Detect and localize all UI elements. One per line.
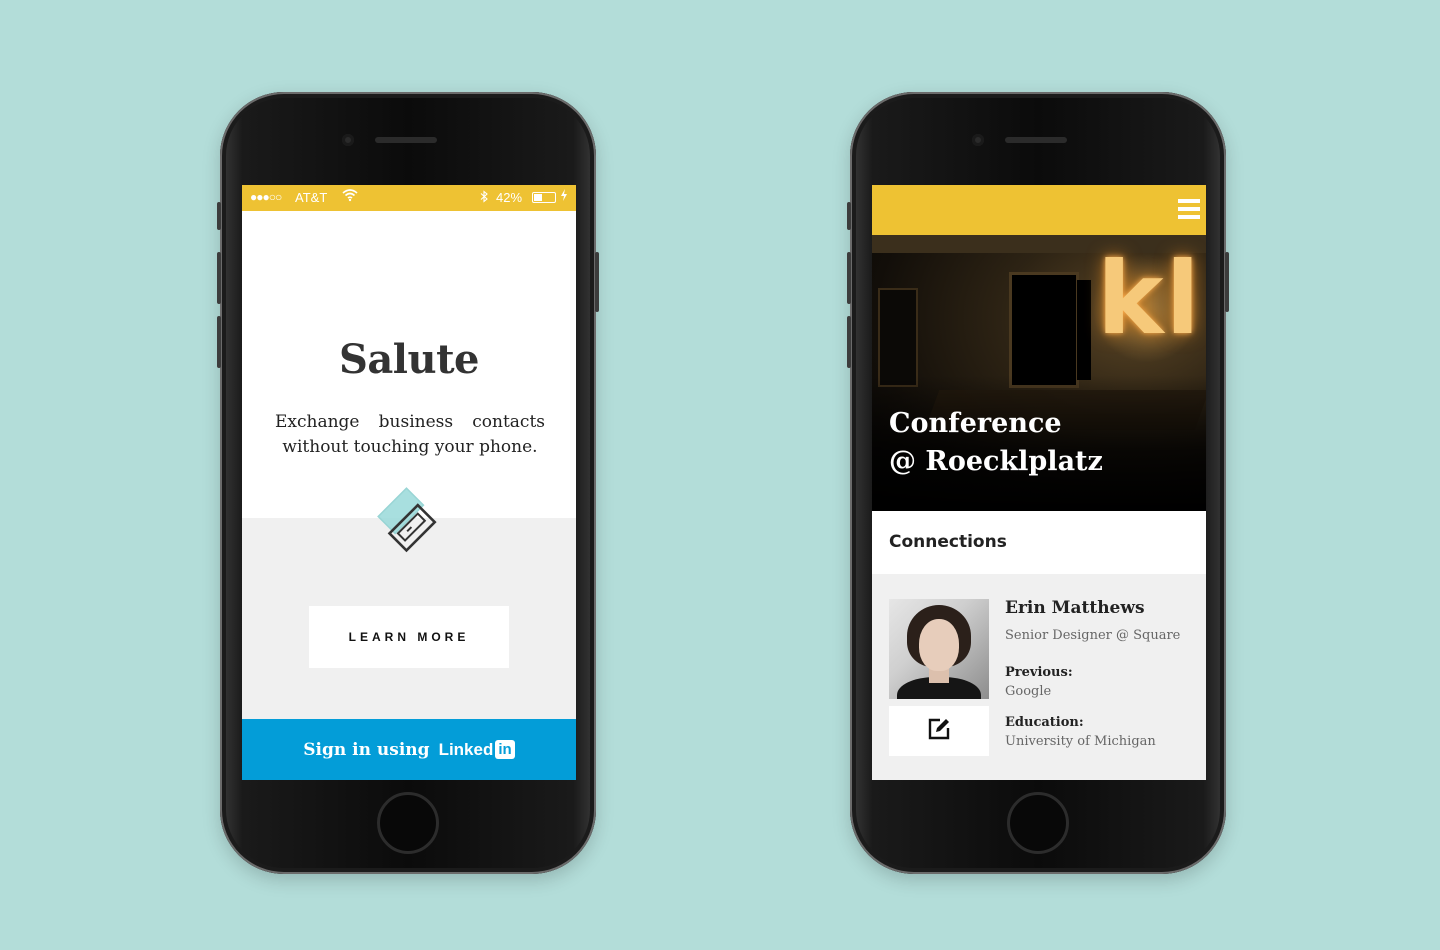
- earpiece-speaker: [375, 137, 437, 143]
- avatar: [889, 599, 989, 699]
- mute-switch: [217, 202, 221, 230]
- signal-strength: ●●●○○: [250, 190, 282, 204]
- volume-up-button: [217, 252, 221, 304]
- contact-role: Senior Designer @ Square: [1005, 628, 1181, 643]
- event-title-line-2: @ Roecklplatz: [889, 446, 1103, 477]
- mute-switch: [847, 202, 851, 230]
- neon-sign: kl: [1097, 240, 1202, 357]
- front-camera: [972, 134, 984, 146]
- event-hero-image: kl Conference @ Roecklplatz: [872, 235, 1206, 511]
- earpiece-speaker: [1005, 137, 1067, 143]
- learn-more-button[interactable]: LEARN MORE: [309, 606, 509, 668]
- education-label: Education:: [1005, 715, 1084, 730]
- status-bar: ●●●○○ AT&T 42%: [242, 185, 576, 211]
- carrier-name: AT&T: [295, 190, 328, 205]
- connection-card[interactable]: Erin Matthews Senior Designer @ Square P…: [872, 574, 1206, 780]
- bluetooth-icon: [480, 190, 488, 206]
- top-bar: [872, 185, 1206, 235]
- intro-section: Salute Exchange business contacts withou…: [242, 211, 576, 518]
- phone-right: kl Conference @ Roecklplatz Connections: [847, 92, 1229, 874]
- edit-icon: [927, 717, 951, 745]
- screen-event: kl Conference @ Roecklplatz Connections: [872, 185, 1206, 780]
- event-title: Conference @ Roecklplatz: [889, 405, 1189, 481]
- phone-left: ●●●○○ AT&T 42% Salute Exchange business …: [217, 92, 599, 874]
- previous-value: Google: [1005, 684, 1052, 699]
- power-button: [1225, 252, 1229, 312]
- tagline: Exchange business contacts without touch…: [275, 410, 545, 460]
- linkedin-sign-in-button[interactable]: Sign in using Linked in: [242, 719, 576, 780]
- connections-heading: Connections: [889, 532, 1007, 552]
- volume-down-button: [847, 316, 851, 368]
- battery-icon: [532, 192, 556, 203]
- linkedin-box: in: [495, 740, 515, 759]
- event-title-line-1: Conference: [889, 408, 1062, 439]
- sign-in-label: Sign in using: [303, 739, 430, 760]
- battery-percent: 42%: [496, 190, 523, 205]
- app-title: Salute: [338, 336, 480, 383]
- tagline-line-2: without touching your phone.: [282, 437, 538, 457]
- connections-header: Connections: [872, 511, 1206, 574]
- education-value: University of Michigan: [1005, 734, 1156, 749]
- linkedin-word: Linked: [438, 739, 494, 759]
- home-button[interactable]: [377, 792, 439, 854]
- front-camera: [342, 134, 354, 146]
- screen-welcome: ●●●○○ AT&T 42% Salute Exchange business …: [242, 185, 576, 780]
- linkedin-logo: Linked in: [439, 740, 515, 760]
- hamburger-menu-icon[interactable]: [1178, 199, 1200, 219]
- home-button[interactable]: [1007, 792, 1069, 854]
- volume-up-button: [847, 252, 851, 304]
- edit-button[interactable]: [889, 706, 989, 756]
- handshake-cards-icon: [374, 475, 446, 565]
- tagline-line-1: Exchange business contacts: [275, 412, 545, 432]
- previous-label: Previous:: [1005, 665, 1073, 680]
- charging-bolt-icon: [561, 189, 567, 204]
- volume-down-button: [217, 316, 221, 368]
- contact-name: Erin Matthews: [1005, 598, 1145, 618]
- power-button: [595, 252, 599, 312]
- wifi-icon: [342, 188, 358, 205]
